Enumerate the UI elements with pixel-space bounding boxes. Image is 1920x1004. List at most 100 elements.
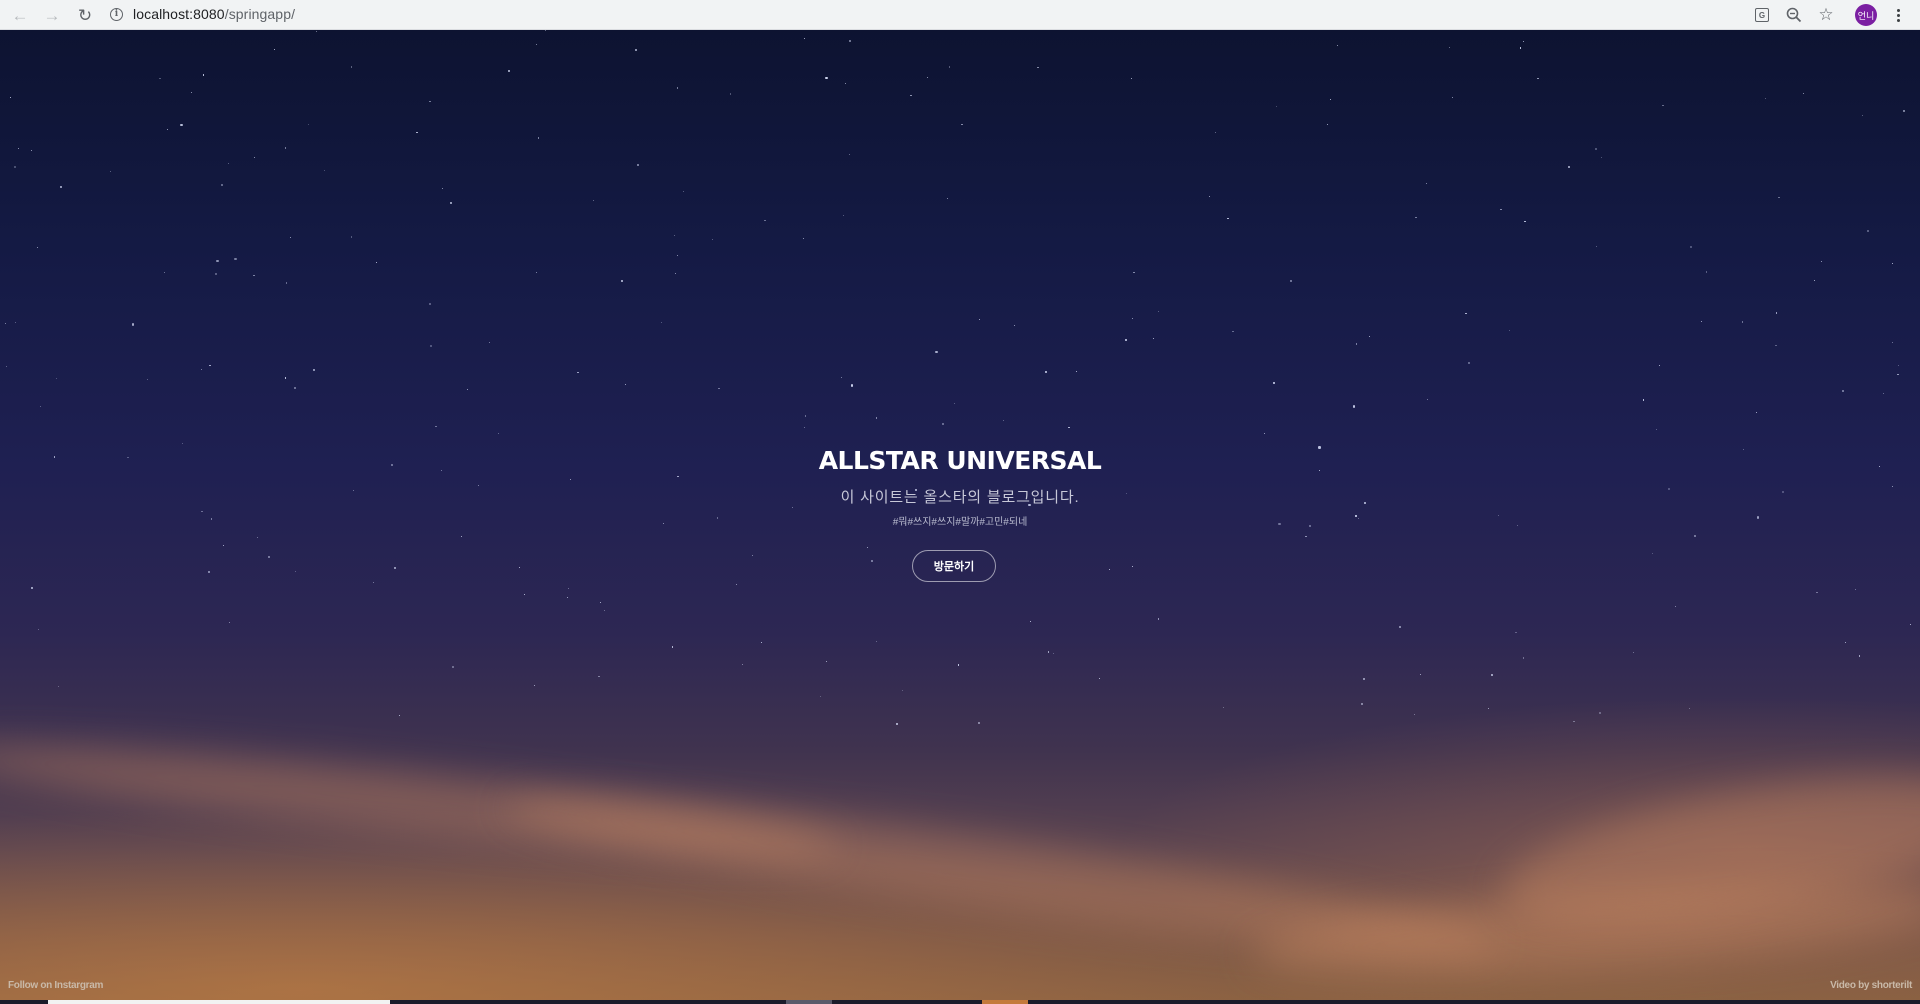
translate-button[interactable]: G <box>1750 3 1774 27</box>
url-host: localhost:8080 <box>133 6 225 22</box>
star <box>394 567 396 569</box>
star <box>849 39 852 42</box>
star <box>190 91 193 94</box>
star <box>4 323 6 325</box>
star <box>257 536 259 538</box>
star <box>223 545 225 547</box>
star <box>1413 713 1415 715</box>
star <box>36 246 39 249</box>
star <box>1594 148 1597 151</box>
star <box>1655 428 1658 431</box>
star <box>460 535 463 538</box>
star <box>624 383 626 385</box>
zoom-button[interactable] <box>1782 3 1806 27</box>
star <box>159 77 161 80</box>
star <box>147 378 149 380</box>
star <box>1658 364 1660 366</box>
visit-button[interactable]: 방문하기 <box>912 550 996 582</box>
star <box>1814 279 1816 281</box>
profile-button[interactable]: 언니 <box>1854 3 1878 27</box>
star <box>1327 123 1329 125</box>
star <box>1263 432 1265 434</box>
star <box>1500 208 1502 211</box>
star <box>253 275 255 277</box>
star <box>451 665 454 668</box>
star <box>825 660 827 662</box>
star <box>764 219 766 221</box>
star <box>416 131 418 134</box>
star <box>1522 657 1525 659</box>
reload-button[interactable]: ↻ <box>73 3 97 27</box>
star <box>675 272 677 274</box>
url-path: /springapp/ <box>224 6 296 22</box>
video-credit: Video by shorterilt <box>1830 980 1912 991</box>
star <box>1419 673 1422 676</box>
star <box>978 721 981 724</box>
star <box>1524 220 1526 222</box>
star <box>1014 325 1016 327</box>
star <box>1891 262 1894 265</box>
star <box>533 684 535 686</box>
star <box>1567 165 1570 168</box>
star <box>488 341 491 343</box>
star <box>1897 364 1899 366</box>
star <box>1124 338 1127 341</box>
star <box>1694 535 1697 538</box>
star <box>1690 245 1693 248</box>
star <box>946 198 948 200</box>
star <box>1273 382 1275 384</box>
star <box>1705 271 1707 273</box>
browser-toolbar: ← → ↻ i localhost:8080 /springapp/ G ☆ 언… <box>0 0 1920 30</box>
star <box>1842 390 1845 393</box>
star <box>751 555 753 557</box>
star <box>677 475 679 478</box>
star <box>1701 320 1703 322</box>
info-icon[interactable]: i <box>110 7 123 21</box>
star <box>948 66 950 68</box>
star <box>677 254 679 256</box>
star <box>58 685 60 687</box>
star <box>761 642 763 644</box>
star <box>293 386 296 390</box>
star <box>164 272 166 274</box>
star <box>294 570 297 573</box>
star <box>167 129 169 131</box>
star <box>803 426 805 428</box>
star <box>1509 330 1511 332</box>
bookmark-button[interactable]: ☆ <box>1814 3 1838 27</box>
star <box>1329 98 1331 100</box>
star <box>1643 399 1645 401</box>
star <box>435 425 437 428</box>
star <box>1030 620 1032 622</box>
star <box>1651 553 1653 555</box>
arrow-left-icon: ← <box>11 5 29 25</box>
star <box>927 76 929 78</box>
browser-menu-button[interactable] <box>1886 3 1910 27</box>
star <box>1398 625 1401 628</box>
star <box>17 148 19 150</box>
star <box>1037 66 1039 69</box>
translate-icon: G <box>1755 8 1769 22</box>
back-button[interactable]: ← <box>8 3 32 27</box>
star <box>216 259 219 262</box>
star <box>1415 216 1417 219</box>
star <box>1002 419 1005 421</box>
star <box>866 547 868 549</box>
star <box>961 123 963 125</box>
star <box>285 147 287 149</box>
star <box>634 49 637 52</box>
star <box>1862 114 1864 116</box>
star <box>229 621 231 623</box>
instagram-link[interactable]: Follow on Instargram <box>8 980 103 991</box>
star <box>1910 623 1912 625</box>
forward-button[interactable]: → <box>40 3 64 27</box>
star <box>599 601 601 603</box>
reload-icon: ↻ <box>77 5 93 25</box>
site-subtitle: 이 사이트는 올스타의 블로그입니다. <box>840 489 1080 506</box>
address-bar[interactable]: i localhost:8080 /springapp/ <box>110 1 1750 27</box>
star <box>1775 312 1777 314</box>
star <box>201 369 203 371</box>
star <box>1131 317 1133 319</box>
star <box>1468 362 1470 364</box>
star <box>313 369 315 371</box>
